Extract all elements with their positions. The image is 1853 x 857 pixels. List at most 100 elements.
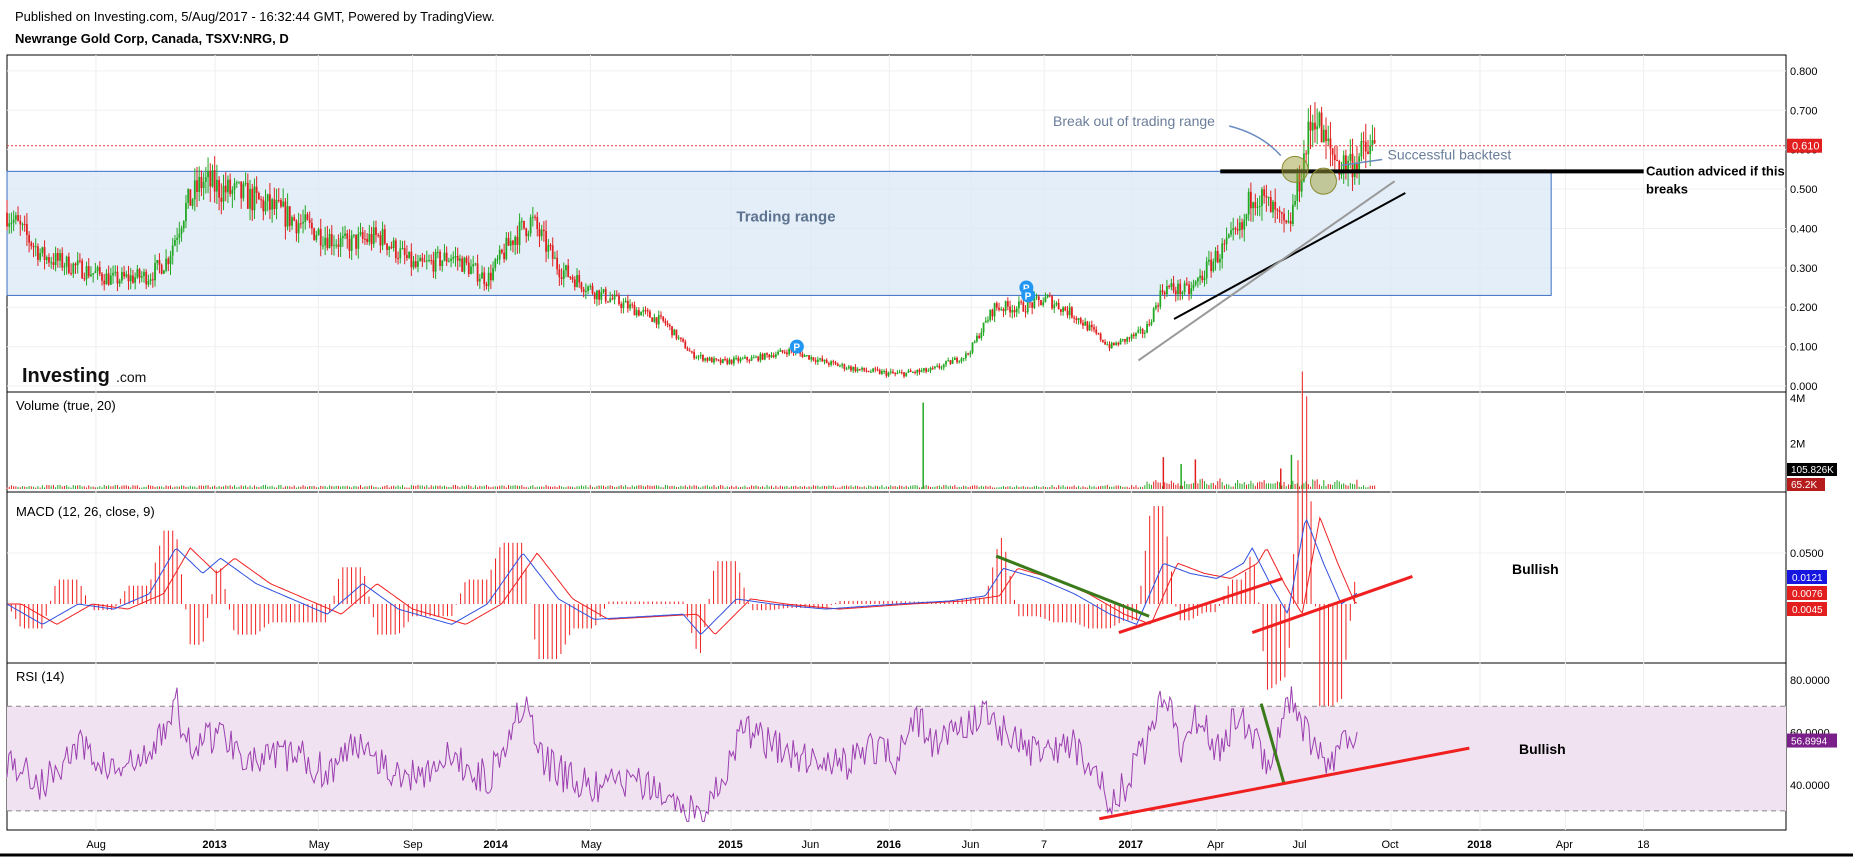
- candle-body: [1285, 220, 1288, 223]
- candle-body: [1258, 206, 1261, 208]
- x-tick-label: Jun: [962, 839, 980, 851]
- candle-body: [1110, 342, 1113, 349]
- candle-body: [774, 354, 777, 358]
- candle-body: [459, 258, 461, 261]
- candle-body: [185, 202, 187, 222]
- candle-body: [967, 353, 969, 355]
- candle-body: [94, 271, 97, 274]
- candle-body: [443, 252, 446, 261]
- candle-body: [1055, 302, 1058, 305]
- candle-body: [872, 368, 874, 372]
- candle-body: [898, 372, 901, 374]
- candle-body: [322, 245, 324, 247]
- price-tick-label: 0.800: [1790, 66, 1818, 78]
- candle-body: [1018, 301, 1020, 309]
- candle-body: [567, 265, 570, 277]
- candle-body: [956, 357, 958, 363]
- candle-body: [549, 245, 552, 247]
- candle-body: [861, 367, 863, 370]
- candle-body: [191, 199, 194, 206]
- candle-body: [1066, 310, 1069, 316]
- candle-body: [465, 257, 468, 263]
- candle-body: [668, 324, 671, 327]
- candle-body: [304, 214, 307, 222]
- candle-body: [335, 244, 338, 246]
- candle-body: [591, 285, 594, 294]
- candle-body: [1342, 155, 1345, 170]
- candle-body: [969, 352, 972, 355]
- x-tick-label: Apr: [1556, 839, 1573, 851]
- candle-body: [896, 372, 899, 374]
- candle-body: [1272, 201, 1274, 213]
- candle-body: [507, 237, 510, 246]
- candle-body: [1143, 332, 1146, 334]
- candle-body: [441, 260, 444, 266]
- trading-range-label: Trading range: [736, 208, 835, 225]
- candle-body: [947, 360, 950, 362]
- candle-body: [642, 310, 645, 312]
- candle-body: [911, 372, 914, 374]
- candle-body: [1349, 153, 1352, 161]
- candle-body: [317, 229, 320, 236]
- x-tick-label: 2016: [877, 839, 901, 851]
- candle-body: [269, 194, 271, 210]
- candle-body: [1367, 151, 1369, 155]
- candle-body: [1152, 308, 1155, 323]
- candle-body: [1336, 160, 1338, 162]
- candle-body: [814, 360, 817, 362]
- candle-body: [940, 367, 943, 369]
- candle-body: [1099, 333, 1102, 340]
- caution-label: Caution adviced if this breaks: [1646, 163, 1785, 196]
- x-tick-label: Sep: [403, 839, 423, 851]
- candle-body: [512, 240, 514, 245]
- candle-body: [193, 180, 196, 200]
- x-tick-label: 2017: [1119, 839, 1143, 851]
- candle-body: [344, 233, 346, 236]
- candle-body: [573, 279, 576, 288]
- price-tick-label: 0.500: [1790, 184, 1818, 196]
- x-tick-label: 2018: [1467, 839, 1491, 851]
- candle-body: [198, 176, 201, 192]
- candle-body: [664, 320, 667, 324]
- candle-body: [227, 179, 229, 193]
- candle-body: [158, 260, 161, 265]
- candle-body: [1314, 122, 1316, 130]
- candle-body: [951, 359, 954, 364]
- candle-body: [487, 272, 490, 287]
- candle-body: [211, 170, 214, 187]
- candle-body: [1243, 219, 1246, 230]
- candle-body: [1141, 329, 1144, 334]
- candle-body: [1179, 283, 1182, 295]
- candle-body: [370, 234, 373, 245]
- candle-body: [463, 257, 466, 272]
- candle-body: [1289, 221, 1292, 224]
- arrow-breakout: [1228, 125, 1282, 157]
- candle-body: [355, 234, 357, 249]
- candle-body: [609, 298, 612, 302]
- candle-body: [823, 359, 826, 362]
- candle-body: [74, 263, 77, 266]
- candle-body: [17, 215, 19, 221]
- candle-body: [436, 251, 439, 253]
- candle-body: [368, 234, 371, 243]
- candle-body: [1009, 306, 1011, 313]
- candle-body: [1071, 307, 1073, 318]
- candle-body: [266, 194, 269, 202]
- chart-canvas[interactable]: 0.8000.7000.6000.5000.4000.3000.2000.100…: [0, 0, 1853, 857]
- candle-body: [180, 228, 183, 234]
- candle-body: [735, 357, 738, 359]
- candle-body: [1201, 275, 1204, 281]
- candle-body: [569, 276, 572, 278]
- macd-annotation: Bullish: [1512, 561, 1559, 577]
- candle-body: [841, 364, 844, 366]
- candle-body: [116, 271, 119, 284]
- candle-body: [719, 359, 722, 364]
- candle-body: [498, 249, 501, 260]
- candle-body: [1124, 339, 1126, 342]
- candle-body: [808, 355, 810, 360]
- candle-body: [138, 269, 141, 278]
- candle-body: [492, 268, 494, 281]
- candle-body: [801, 353, 804, 357]
- candle-body: [783, 352, 786, 354]
- candle-body: [399, 248, 402, 259]
